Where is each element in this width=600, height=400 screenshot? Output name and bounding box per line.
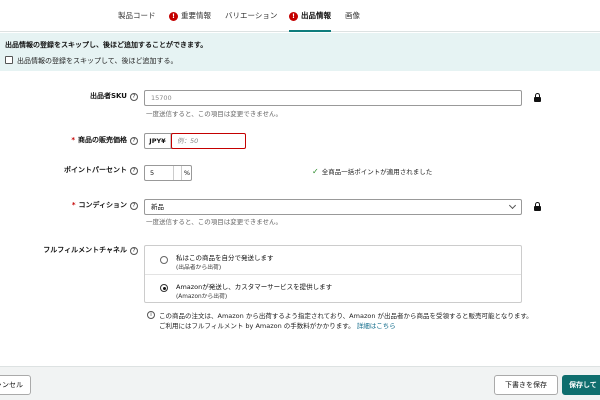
sku-hint: 一度送信すると、この項目は変更できません。 — [146, 110, 283, 118]
radio-merchant-fulfilled[interactable] — [160, 256, 168, 264]
divider — [145, 274, 521, 275]
help-icon[interactable]: ? — [130, 137, 138, 145]
option-main-text[interactable]: Amazonが発送し、カスタマーサービスを提供します — [176, 281, 332, 291]
lock-icon — [534, 93, 541, 102]
tab-label: バリエーション — [225, 11, 278, 20]
error-icon: ! — [289, 12, 298, 21]
info-text-block: この商品の注文は、Amazon から出荷するよう指定されており、Amazon が… — [159, 311, 534, 331]
save-and-finish-button[interactable]: 保存して — [562, 375, 600, 395]
fulfillment-label: フルフィルメントチャネル? — [43, 245, 138, 255]
error-icon: ! — [169, 12, 178, 21]
sku-input[interactable]: 15700 — [144, 90, 522, 106]
points-message: ✓ 全商品一括ポイントが適用されました — [312, 166, 432, 176]
checkmark-icon: ✓ — [312, 167, 319, 176]
points-unit: % — [181, 166, 192, 180]
points-label-text: ポイントパーセント — [64, 166, 127, 174]
fulfillment-options: 私はこの商品を自分で発送します (出品者から出荷) Amazonが発送し、カスタ… — [144, 245, 522, 303]
skip-banner: 出品情報の登録をスキップし、後ほど追加することができます。 出品情報の登録をスキ… — [0, 33, 600, 71]
lock-icon — [534, 202, 541, 211]
condition-label-text: コンディション — [78, 201, 127, 209]
condition-hint: 一度送信すると、この項目は変更できません。 — [146, 218, 283, 226]
tab-label: 画像 — [345, 11, 360, 20]
info-text: この商品の注文は、Amazon から出荷するよう指定されており、Amazon が… — [159, 312, 533, 330]
option-main-text[interactable]: 私はこの商品を自分で発送します — [176, 252, 274, 262]
tab-label: 製品コード — [118, 11, 156, 20]
sku-label-text: 出品者SKU — [89, 92, 127, 100]
tab-bar: 製品コード ! 重要情報 バリエーション ! 出品情報 画像 — [0, 0, 600, 32]
fulfillment-label-text: フルフィルメントチャネル — [43, 246, 127, 254]
cancel-button-label: キャンセル — [0, 381, 23, 389]
cancel-button[interactable]: キャンセル — [0, 375, 31, 395]
help-icon[interactable]: ? — [130, 167, 138, 175]
required-mark: * — [71, 136, 75, 144]
condition-value: 新品 — [151, 203, 164, 211]
option-sub-text: (Amazonから出荷) — [176, 294, 228, 300]
condition-select[interactable]: 新品 — [144, 199, 522, 215]
tab-images[interactable]: 画像 — [345, 0, 360, 32]
help-icon[interactable]: ? — [130, 247, 138, 255]
price-label-text: 商品の販売価格 — [78, 136, 127, 144]
tab-variations[interactable]: バリエーション — [225, 0, 277, 32]
learn-more-link[interactable]: 詳細はこちら — [357, 322, 396, 330]
price-input[interactable]: 例：50 — [171, 133, 246, 149]
points-stepper[interactable] — [173, 166, 181, 180]
points-label: ポイントパーセント? — [64, 165, 138, 175]
points-message-text: 全商品一括ポイントが適用されました — [321, 168, 433, 176]
tab-important-info[interactable]: ! 重要情報 — [169, 0, 211, 32]
currency-label: JPY¥ — [145, 134, 171, 148]
skip-checkbox-label[interactable]: 出品情報の登録をスキップして、後ほど追加する。 — [17, 56, 177, 66]
chevron-down-icon — [508, 201, 517, 210]
points-input[interactable]: 5 % — [144, 165, 192, 181]
price-placeholder: 例：50 — [177, 137, 199, 145]
tab-listing-info[interactable]: ! 出品情報 — [289, 0, 331, 32]
skip-checkbox[interactable] — [5, 56, 13, 64]
required-mark: * — [71, 201, 76, 209]
tab-product-code[interactable]: 製品コード — [118, 0, 156, 32]
footer-bar: キャンセル 下書きを保存 保存して — [0, 366, 600, 400]
sku-label: 出品者SKU? — [90, 91, 138, 101]
option-sub-text: (出品者から出荷) — [176, 265, 222, 271]
tab-label: 出品情報 — [301, 11, 331, 20]
sku-value: 15700 — [151, 94, 172, 102]
condition-label: * コンディション? — [72, 200, 138, 210]
points-value: 5 — [150, 169, 155, 177]
info-icon: i — [147, 311, 155, 319]
banner-title: 出品情報の登録をスキップし、後ほど追加することができます。 — [5, 41, 208, 49]
price-label: * 商品の販売価格? — [71, 135, 138, 145]
help-icon[interactable]: ? — [130, 93, 138, 101]
save-draft-button[interactable]: 下書きを保存 — [494, 375, 558, 395]
price-field: JPY¥ 例：50 — [144, 133, 246, 149]
radio-amazon-fulfilled[interactable] — [160, 284, 168, 292]
help-icon[interactable]: ? — [130, 202, 138, 210]
tab-label: 重要情報 — [181, 11, 211, 20]
